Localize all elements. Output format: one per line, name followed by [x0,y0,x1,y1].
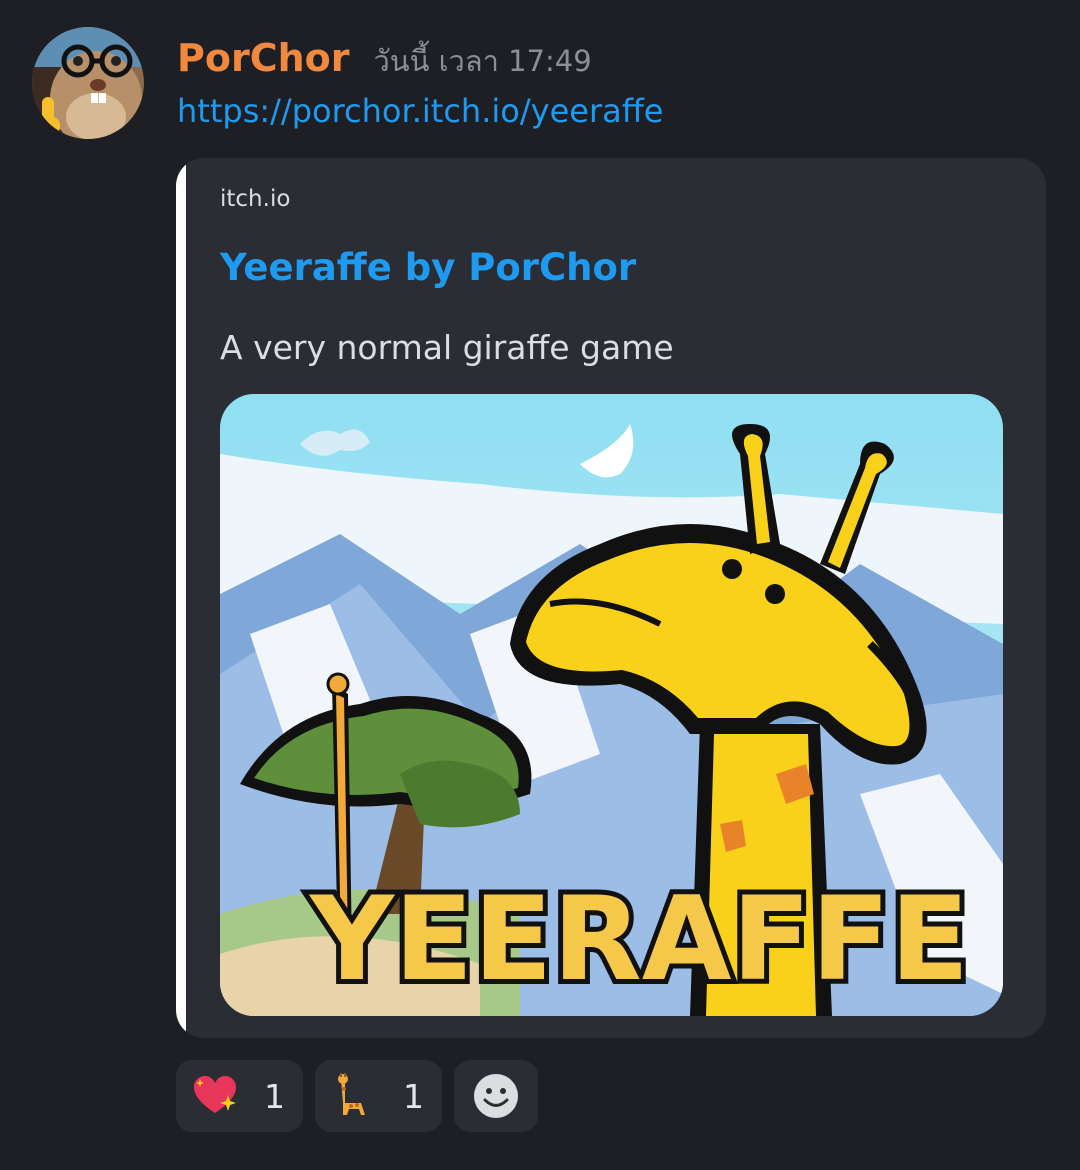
reactions-bar: 1 1 [176,1060,538,1132]
reaction-giraffe[interactable]: 1 [315,1060,442,1132]
message-header: PorChor วันนี้ เวลา 17:49 [177,36,592,86]
embed-description: A very normal giraffe game [220,328,674,367]
add-reaction-button[interactable] [454,1060,538,1132]
chat-message: PorChor วันนี้ เวลา 17:49 https://porcho… [0,0,1080,1170]
yeeraffe-cover-art: YEERAFFE [220,394,1003,1016]
embed-image[interactable]: YEERAFFE [220,394,1003,1016]
message-link[interactable]: https://porchor.itch.io/yeeraffe [177,92,663,130]
reaction-count: 1 [264,1076,285,1116]
embed-provider: itch.io [220,186,291,212]
avatar[interactable] [32,27,144,139]
sparkling-heart-icon [194,1076,236,1113]
timestamp: วันนี้ เวลา 17:49 [373,44,592,78]
reaction-count: 1 [403,1076,424,1116]
smiley-add-reaction-icon [474,1074,518,1118]
link-embed: itch.io Yeeraffe by PorChor A very norma… [176,158,1046,1038]
reaction-sparkling-heart[interactable]: 1 [176,1060,303,1132]
username[interactable]: PorChor [177,36,349,80]
giraffe-icon [338,1073,365,1115]
embed-accent-bar [176,158,186,1038]
cover-logo-text: YEERAFFE [308,872,969,1007]
embed-title[interactable]: Yeeraffe by PorChor [220,246,636,289]
